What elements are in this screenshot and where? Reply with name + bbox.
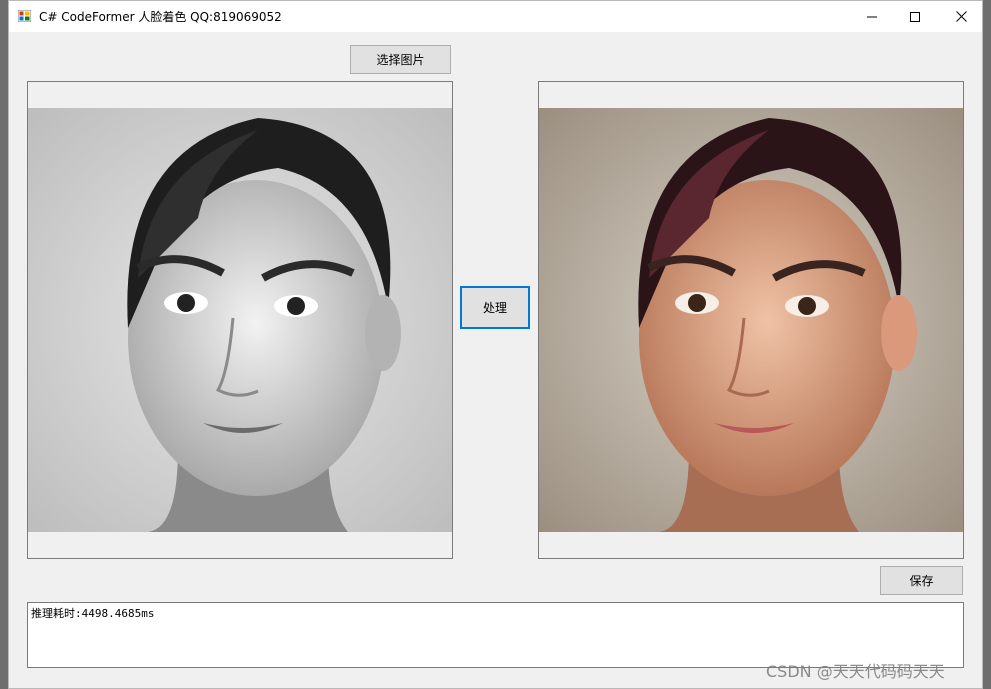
maximize-icon [910,11,920,22]
grayscale-portrait-image [28,108,452,532]
minimize-icon [867,16,877,17]
close-button[interactable] [938,1,984,32]
main-window: C# CodeFormer 人脸着色 QQ:819069052 选择图片 处理 … [8,0,983,689]
colorized-portrait-image [539,108,963,532]
app-icon [18,10,31,22]
close-icon [955,11,967,22]
csdn-watermark: CSDN @天天代码码天天 [766,662,945,681]
title-bar[interactable]: C# CodeFormer 人脸着色 QQ:819069052 [9,1,982,32]
select-image-button[interactable]: 选择图片 [350,45,451,74]
inference-time-text: 推理耗时:4498.4685ms [31,607,155,620]
minimize-button[interactable] [849,1,895,32]
output-picture-box [538,81,964,559]
input-picture-box [27,81,453,559]
maximize-button[interactable] [892,1,938,32]
save-button[interactable]: 保存 [880,566,963,595]
process-button[interactable]: 处理 [460,286,530,329]
window-title: C# CodeFormer 人脸着色 QQ:819069052 [39,10,282,24]
